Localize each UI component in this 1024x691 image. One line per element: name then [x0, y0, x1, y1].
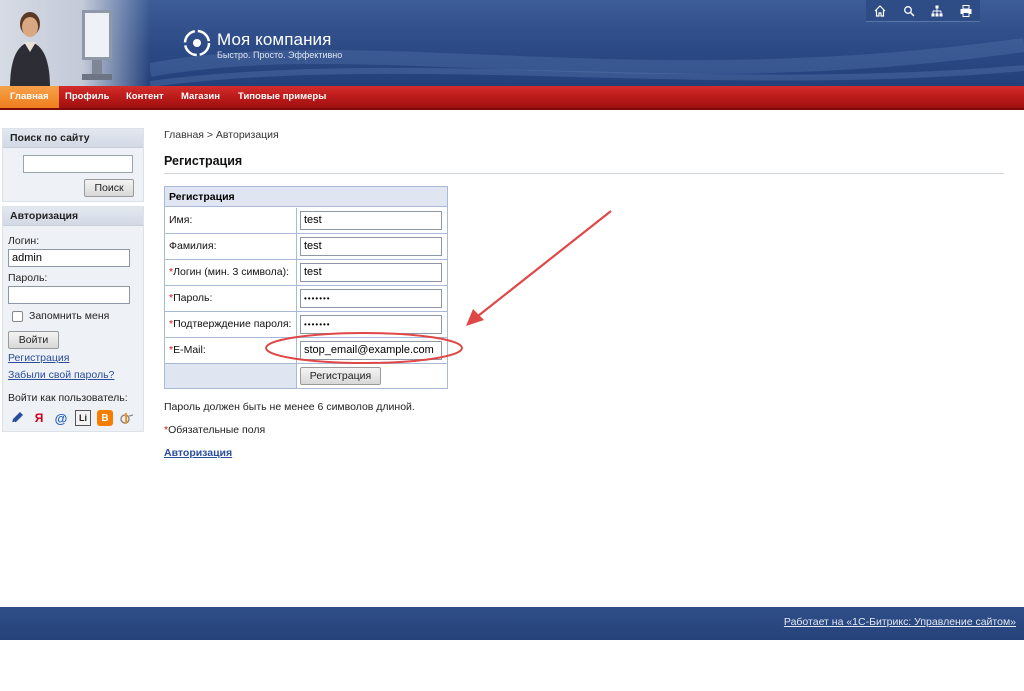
auth-panel: Авторизация Логин: admin Пароль: Запомни…	[2, 206, 144, 432]
auth-panel-title: Авторизация	[3, 207, 143, 226]
site-footer: Работает на «1С-Битрикс: Управление сайт…	[0, 607, 1024, 640]
form-row-confirm-password: *Подтверждение пароля: •••••••	[165, 312, 447, 338]
password-note: Пароль должен быть не менее 6 символов д…	[164, 401, 415, 413]
password-field-label: *Пароль:	[165, 286, 297, 311]
confirm-password-field[interactable]: •••••••	[300, 315, 442, 334]
remember-me-checkbox[interactable]	[12, 311, 23, 322]
last-name-field[interactable]: test	[300, 237, 442, 256]
menu-item-home[interactable]: Главная	[0, 86, 59, 108]
form-row-login: *Логин (мин. 3 символа): test	[165, 260, 447, 286]
yandex-icon[interactable]: Я	[31, 410, 47, 426]
search-icon[interactable]	[902, 4, 916, 18]
annotation-arrow	[477, 210, 612, 317]
header-toolbar	[866, 0, 980, 22]
first-name-label: Имя:	[165, 208, 297, 233]
first-name-field[interactable]: test	[300, 211, 442, 230]
search-panel-title: Поиск по сайту	[3, 129, 143, 148]
social-login-row: Я @ Li B	[9, 410, 135, 426]
login-label: Логин:	[8, 235, 40, 247]
menu-item-content[interactable]: Контент	[126, 86, 164, 108]
remember-me-label[interactable]: Запомнить меня	[29, 310, 109, 322]
auth-link[interactable]: Авторизация	[164, 447, 232, 459]
monitor-illustration	[82, 10, 112, 80]
header-photo	[0, 0, 150, 86]
form-row-email: *E-Mail: stop_email@example.com	[165, 338, 447, 364]
confirm-password-label: *Подтверждение пароля:	[165, 312, 297, 337]
company-logo-icon	[183, 29, 211, 57]
brand-slogan: Быстро. Просто. Эффективно	[217, 50, 343, 60]
person-illustration	[10, 12, 50, 86]
main-menu: Главная Профиль Контент Магазин Типовые …	[0, 86, 1024, 110]
openid-icon[interactable]	[119, 410, 135, 426]
print-icon[interactable]	[959, 4, 973, 18]
form-row-last-name: Фамилия: test	[165, 234, 447, 260]
forgot-password-link[interactable]: Забыли свой пароль?	[8, 369, 114, 381]
menu-item-profile[interactable]: Профиль	[65, 86, 109, 108]
form-submit-row: Регистрация	[165, 364, 447, 388]
registration-form: Регистрация Имя: test Фамилия: test *Лог…	[164, 186, 448, 389]
brand-name[interactable]: Моя компания	[217, 30, 331, 50]
livejournal-icon[interactable]	[9, 410, 25, 426]
powered-by-link[interactable]: Работает на «1С-Битрикс: Управление сайт…	[784, 616, 1016, 628]
login-field[interactable]: admin	[8, 249, 130, 267]
site-header: Моя компания Быстро. Просто. Эффективно	[0, 0, 1024, 86]
liveinternet-icon[interactable]: Li	[75, 410, 91, 426]
reg-password-field[interactable]: •••••••	[300, 289, 442, 308]
email-field[interactable]: stop_email@example.com	[300, 341, 442, 360]
form-submit-spacer	[165, 364, 297, 388]
site-search-input[interactable]	[23, 155, 133, 173]
required-note: *Обязательные поля	[164, 424, 266, 436]
password-field[interactable]	[8, 286, 130, 304]
site-search-panel: Поиск по сайту Поиск	[2, 128, 144, 202]
menu-item-examples[interactable]: Типовые примеры	[238, 86, 326, 108]
register-submit-button[interactable]: Регистрация	[300, 367, 381, 385]
title-divider	[164, 173, 1004, 174]
login-field-label: *Логин (мин. 3 символа):	[165, 260, 297, 285]
registration-form-header: Регистрация	[165, 187, 447, 207]
breadcrumb[interactable]: Главная > Авторизация	[164, 129, 279, 141]
page-title: Регистрация	[164, 154, 243, 168]
login-as-label: Войти как пользователь:	[8, 392, 128, 404]
mailru-icon[interactable]: @	[53, 410, 69, 426]
annotation-arrowhead	[466, 309, 484, 326]
blogger-icon[interactable]: B	[97, 410, 113, 426]
search-button[interactable]: Поиск	[84, 179, 134, 197]
menu-item-shop[interactable]: Магазин	[181, 86, 220, 108]
sitemap-icon[interactable]	[930, 4, 944, 18]
email-label: *E-Mail:	[165, 338, 297, 363]
login-button[interactable]: Войти	[8, 331, 59, 349]
reg-login-field[interactable]: test	[300, 263, 442, 282]
register-link[interactable]: Регистрация	[8, 352, 69, 364]
password-label: Пароль:	[8, 272, 48, 284]
last-name-label: Фамилия:	[165, 234, 297, 259]
home-icon[interactable]	[873, 4, 887, 18]
form-row-first-name: Имя: test	[165, 208, 447, 234]
form-row-password: *Пароль: •••••••	[165, 286, 447, 312]
